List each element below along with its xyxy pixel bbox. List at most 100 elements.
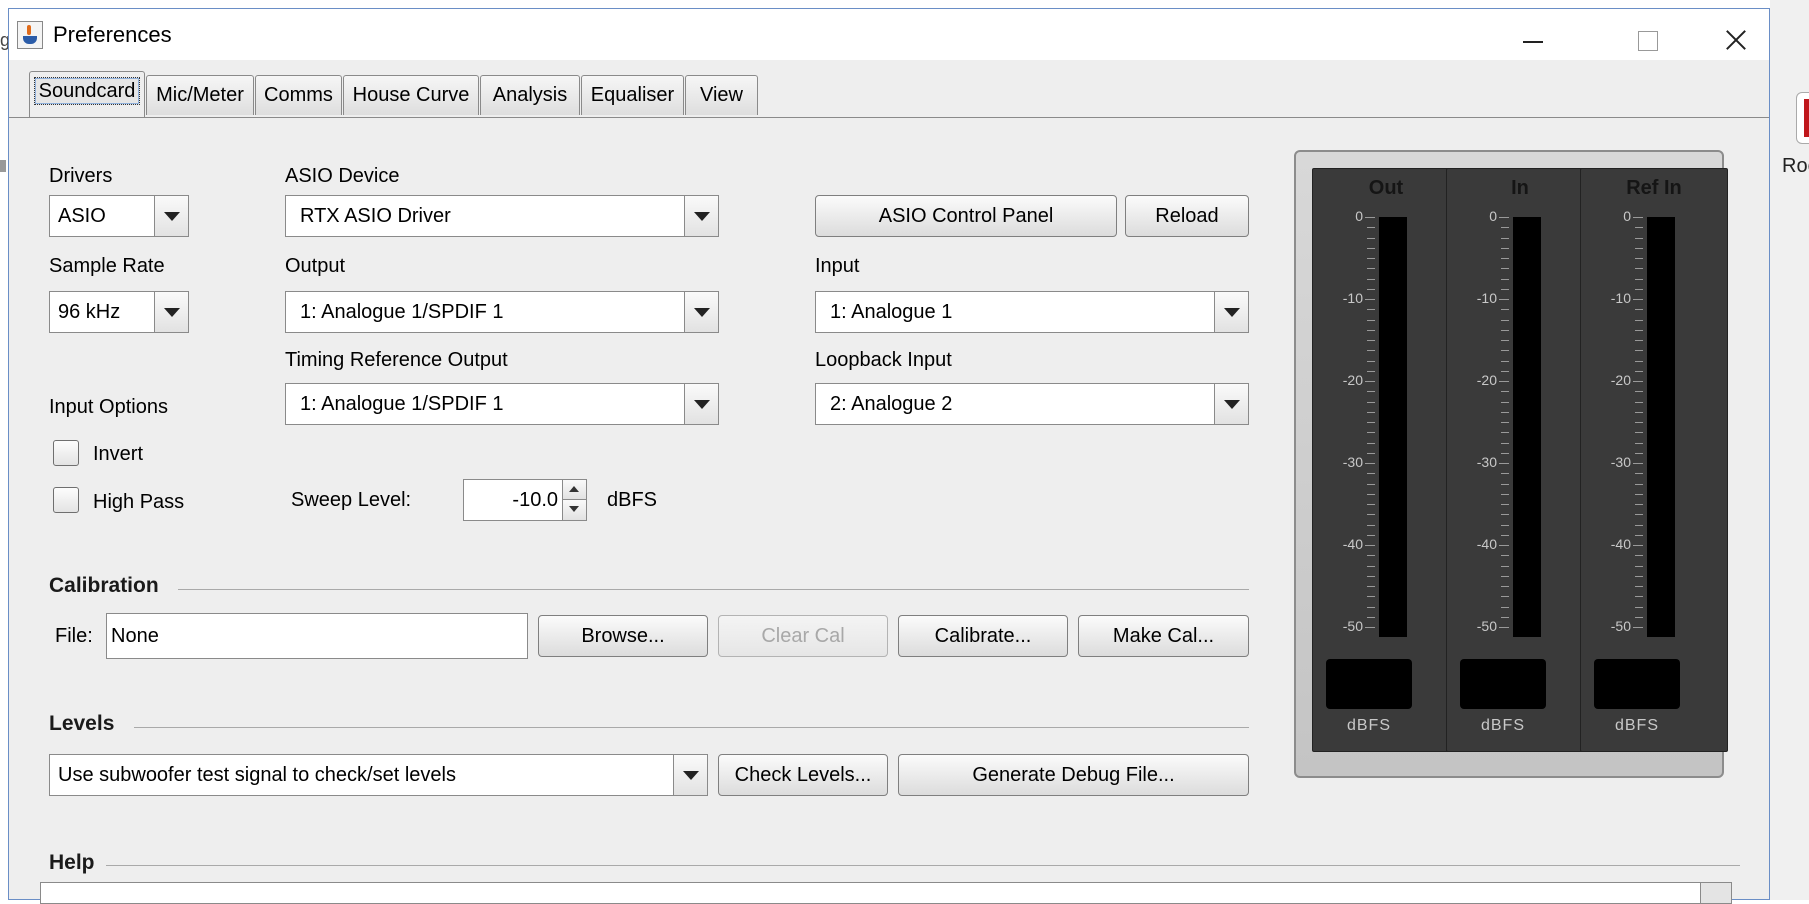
meter-unit: dBFS: [1614, 717, 1659, 734]
meter-tick-mark: [1501, 278, 1509, 280]
tab-mic-meter[interactable]: Mic/Meter: [146, 75, 254, 115]
meter-out: Out dBFS 0 -10 -20 -30 -40 -50: [1312, 168, 1460, 752]
meter-tick-mark: [1635, 411, 1643, 413]
background-red-button: [1796, 92, 1809, 144]
meter-tick-mark: [1635, 616, 1643, 618]
meter-tick-mark: [1633, 217, 1643, 218]
meter-bar: [1379, 217, 1407, 637]
tab-soundcard[interactable]: Soundcard: [29, 71, 145, 117]
calibrate-button[interactable]: Calibrate...: [898, 615, 1068, 657]
meter-tick-mark: [1499, 545, 1509, 546]
chevron-down-icon[interactable]: [673, 755, 707, 795]
reload-button[interactable]: Reload: [1125, 195, 1249, 237]
spinner-up-icon[interactable]: [562, 480, 586, 500]
meter-tick-label: 0: [1355, 208, 1363, 224]
meter-tick-mark: [1499, 627, 1509, 628]
timing-reference-output-select[interactable]: 1: Analogue 1/SPDIF 1: [285, 383, 719, 425]
meter-tick-mark: [1501, 616, 1509, 618]
meter-tick-mark: [1501, 340, 1509, 341]
chevron-down-icon[interactable]: [684, 196, 718, 236]
sweep-level-label: Sweep Level:: [291, 489, 412, 511]
meter-tick-mark: [1635, 309, 1643, 311]
levels-section-title: Levels: [49, 712, 115, 735]
meter-tick-mark: [1633, 463, 1643, 464]
loopback-input-select[interactable]: 2: Analogue 2: [815, 383, 1249, 425]
meter-readout: [1594, 659, 1680, 709]
meter-readout: [1460, 659, 1546, 709]
chevron-down-icon[interactable]: [154, 196, 188, 236]
meter-tick-mark: [1501, 575, 1509, 577]
meter-tick-mark: [1635, 360, 1643, 362]
meter-ref-in: Ref In dBFS 0 -10 -20 -30 -40 -50: [1580, 168, 1728, 752]
file-label: File:: [55, 625, 93, 647]
chevron-down-icon[interactable]: [1214, 384, 1248, 424]
meter-tick-label: -40: [1610, 536, 1631, 552]
clear-cal-button[interactable]: Clear Cal: [718, 615, 888, 657]
title-bar: Preferences: [9, 9, 1769, 60]
meter-tick-mark: [1367, 329, 1375, 331]
meter-tick-mark: [1367, 360, 1375, 362]
meter-tick-mark: [1367, 565, 1375, 567]
meter-tick-mark: [1501, 329, 1509, 331]
chevron-down-icon[interactable]: [684, 384, 718, 424]
meter-tick-mark: [1501, 268, 1509, 270]
meter-tick-label: -30: [1342, 454, 1363, 470]
sweep-level-value[interactable]: -10.0: [512, 480, 558, 520]
meter-tick-mark: [1635, 514, 1643, 516]
meter-tick-mark: [1367, 268, 1375, 270]
meter-tick-mark: [1367, 606, 1375, 608]
calibration-file-field[interactable]: None: [106, 613, 528, 659]
chevron-down-icon[interactable]: [154, 292, 188, 332]
output-select[interactable]: 1: Analogue 1/SPDIF 1: [285, 291, 719, 333]
sweep-level-spinner[interactable]: -10.0: [463, 479, 587, 521]
meter-tick-mark: [1635, 534, 1643, 536]
meter-tick-label: -40: [1342, 536, 1363, 552]
spinner-down-icon[interactable]: [562, 500, 586, 520]
calibration-divider: [178, 589, 1249, 590]
input-select[interactable]: 1: Analogue 1: [815, 291, 1249, 333]
meter-tick-label: -40: [1476, 536, 1497, 552]
tab-house-curve[interactable]: House Curve: [343, 75, 479, 115]
meter-tick-mark: [1367, 473, 1375, 475]
meter-tick-mark: [1501, 360, 1509, 362]
help-text-area[interactable]: [40, 882, 1732, 904]
meter-tick-mark: [1367, 524, 1375, 526]
tab-equaliser[interactable]: Equaliser: [581, 75, 684, 115]
tab-view[interactable]: View: [685, 75, 758, 115]
invert-checkbox[interactable]: [53, 440, 79, 466]
tab-analysis[interactable]: Analysis: [480, 75, 580, 115]
meter-tick-mark: [1367, 442, 1375, 444]
meter-tick-mark: [1635, 391, 1643, 393]
meter-tick-mark: [1635, 370, 1643, 372]
asio-control-panel-button[interactable]: ASIO Control Panel: [815, 195, 1117, 237]
meter-tick-mark: [1367, 432, 1375, 434]
asio-device-select[interactable]: RTX ASIO Driver: [285, 195, 719, 237]
meter-tick-mark: [1635, 247, 1643, 249]
browse-button[interactable]: Browse...: [538, 615, 708, 657]
maximize-icon[interactable]: [1613, 17, 1683, 53]
close-icon[interactable]: [1699, 17, 1769, 53]
tab-comms[interactable]: Comms: [255, 75, 342, 115]
high-pass-checkbox[interactable]: [53, 487, 79, 513]
minimize-icon[interactable]: [1497, 17, 1567, 53]
check-levels-button[interactable]: Check Levels...: [718, 754, 888, 796]
chevron-down-icon[interactable]: [684, 292, 718, 332]
meter-tick-mark: [1367, 422, 1375, 423]
make-cal-button[interactable]: Make Cal...: [1078, 615, 1249, 657]
chevron-down-icon[interactable]: [1214, 292, 1248, 332]
meter-tick-mark: [1365, 463, 1375, 464]
meter-tick-mark: [1501, 309, 1509, 311]
levels-test-signal-select[interactable]: Use subwoofer test signal to check/set l…: [49, 754, 708, 796]
meter-tick-label: -50: [1476, 618, 1497, 634]
level-meters-panel: Out dBFS 0 -10 -20 -30 -40 -50 In dBFS 0 -10 -2…: [1294, 150, 1728, 778]
meter-tick-mark: [1501, 350, 1509, 352]
meter-tick-mark: [1367, 319, 1375, 321]
drivers-select[interactable]: ASIO: [49, 195, 189, 237]
meter-tick-mark: [1501, 596, 1509, 598]
sample-rate-select[interactable]: 96 kHz: [49, 291, 189, 333]
generate-debug-file-button[interactable]: Generate Debug File...: [898, 754, 1249, 796]
input-label: Input: [815, 255, 860, 277]
meter-tick-mark: [1499, 381, 1509, 382]
help-section-title: Help: [49, 851, 95, 874]
meter-tick-mark: [1365, 217, 1375, 218]
